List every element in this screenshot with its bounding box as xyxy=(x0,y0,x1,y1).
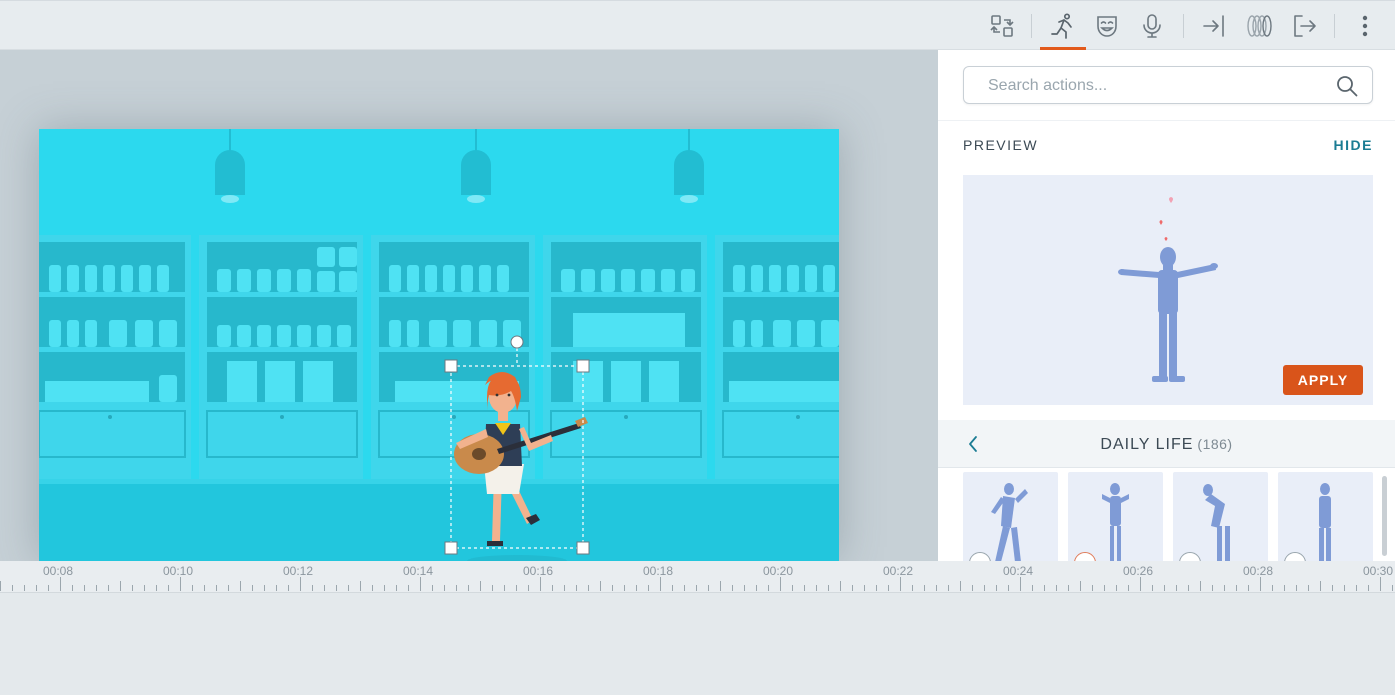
category-header: DAILY LIFE (186) xyxy=(938,420,1395,468)
thumbnail-scrollbar[interactable] xyxy=(1382,476,1387,556)
exit-icon[interactable] xyxy=(1286,7,1322,45)
preview-label: PREVIEW xyxy=(963,137,1039,153)
category-title: DAILY LIFE (186) xyxy=(938,436,1395,454)
timeline-tick-label: 00:10 xyxy=(163,564,194,578)
toolbar-separator xyxy=(1334,14,1335,38)
timeline-tick-label: 00:28 xyxy=(1243,564,1274,578)
top-toolbar xyxy=(0,0,1395,50)
microphone-icon[interactable] xyxy=(1134,7,1170,45)
action-thumbnail[interactable] xyxy=(1068,472,1163,561)
timeline-tick-label: 00:08 xyxy=(43,564,74,578)
timeline-tick-label: 00:30 xyxy=(1363,564,1394,578)
action-figure-icon xyxy=(991,483,1028,561)
timeline-tick-label: 00:16 xyxy=(523,564,554,578)
timeline-tick-label: 00:20 xyxy=(763,564,794,578)
apply-button[interactable]: APPLY xyxy=(1283,365,1363,395)
motion-rings-icon[interactable] xyxy=(1241,7,1277,45)
category-count: (186) xyxy=(1197,436,1233,452)
timeline-ruler[interactable]: 00:08 00:10 00:12 00:14 00:16 00:18 00:20 00:22… xyxy=(0,561,1395,593)
action-figure-icon xyxy=(1102,483,1129,561)
search-input[interactable] xyxy=(988,75,1318,97)
action-run-icon[interactable] xyxy=(1045,7,1081,45)
scene-background xyxy=(39,129,839,561)
timeline-tick-label: 00:18 xyxy=(643,564,674,578)
scene-canvas[interactable] xyxy=(39,129,839,561)
preview-area: APPLY xyxy=(963,175,1373,405)
timeline: 00:08 00:10 00:12 00:14 00:16 00:18 00:20 00:22… xyxy=(0,561,1395,695)
category-name: DAILY LIFE xyxy=(1100,436,1194,453)
expression-mask-icon[interactable] xyxy=(1089,7,1125,45)
timeline-tick-label: 00:24 xyxy=(1003,564,1034,578)
action-figure-icon xyxy=(1319,483,1331,561)
timeline-tick-label: 00:22 xyxy=(883,564,914,578)
ruler-ticks xyxy=(0,577,1393,591)
swap-icon[interactable] xyxy=(984,7,1020,45)
search-box xyxy=(963,66,1373,104)
enter-icon[interactable] xyxy=(1196,7,1232,45)
toolbar-separator xyxy=(1183,14,1184,38)
hide-preview-link[interactable]: HIDE xyxy=(1334,137,1373,153)
timeline-tick-label: 00:26 xyxy=(1123,564,1154,578)
action-thumbnail[interactable] xyxy=(1278,472,1373,561)
action-figure-icon xyxy=(1203,484,1230,561)
timeline-tick-label: 00:14 xyxy=(403,564,434,578)
actions-panel: PREVIEW HIDE APPLY xyxy=(938,50,1395,561)
timeline-tick-label: 00:12 xyxy=(283,564,314,578)
stage-area xyxy=(0,50,938,561)
divider xyxy=(938,120,1395,121)
more-vertical-icon[interactable] xyxy=(1347,7,1383,45)
action-thumbnail[interactable] xyxy=(1173,472,1268,561)
toolbar-separator xyxy=(1031,14,1032,38)
search-icon[interactable] xyxy=(1336,75,1358,97)
action-thumbnail[interactable] xyxy=(963,472,1058,561)
